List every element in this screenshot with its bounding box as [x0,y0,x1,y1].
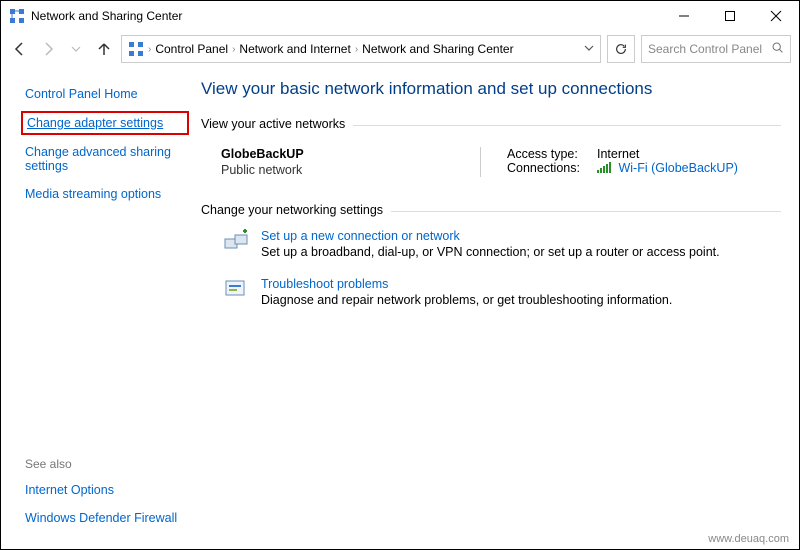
connections-label: Connections: [507,161,597,175]
network-name: GlobeBackUP [221,147,470,161]
maximize-button[interactable] [707,1,753,31]
setup-connection-item: Set up a new connection or network Set u… [223,229,781,259]
chevron-right-icon: › [355,44,358,55]
close-button[interactable] [753,1,799,31]
content-area: Control Panel Home Change adapter settin… [1,67,799,549]
minimize-button[interactable] [661,1,707,31]
watermark: www.deuaq.com [708,533,789,545]
chevron-right-icon: › [232,44,235,55]
setup-connection-link[interactable]: Set up a new connection or network [261,229,720,243]
breadcrumb-control-panel[interactable]: Control Panel [155,42,228,56]
access-type-label: Access type: [507,147,597,161]
recent-dropdown[interactable] [65,38,87,60]
chevron-right-icon: › [148,44,151,55]
troubleshoot-desc: Diagnose and repair network problems, or… [261,293,672,307]
sidebar-change-advanced-sharing[interactable]: Change advanced sharing settings [25,145,185,173]
main-panel: View your basic network information and … [201,67,799,549]
back-button[interactable] [9,38,31,60]
search-icon [771,41,784,57]
troubleshoot-icon [223,277,251,301]
sidebar-media-streaming[interactable]: Media streaming options [25,187,185,201]
troubleshoot-item: Troubleshoot problems Diagnose and repai… [223,277,781,307]
network-center-icon [128,41,144,57]
refresh-button[interactable] [607,35,635,63]
connection-link[interactable]: Wi-Fi (GlobeBackUP) [618,161,737,175]
breadcrumb-network-internet[interactable]: Network and Internet [239,42,350,56]
see-also-label: See also [25,457,185,471]
divider [391,211,781,212]
change-settings-label: Change your networking settings [201,203,383,217]
search-placeholder: Search Control Panel [648,42,762,56]
network-type: Public network [221,163,470,177]
sidebar-control-panel-home[interactable]: Control Panel Home [25,87,185,101]
up-button[interactable] [93,38,115,60]
titlebar: Network and Sharing Center [1,1,799,31]
access-type-value: Internet [597,147,639,161]
sidebar: Control Panel Home Change adapter settin… [1,67,201,549]
sidebar-change-adapter-settings[interactable]: Change adapter settings [25,115,185,131]
setup-connection-desc: Set up a broadband, dial-up, or VPN conn… [261,245,720,259]
address-bar[interactable]: › Control Panel › Network and Internet ›… [121,35,601,63]
sidebar-internet-options[interactable]: Internet Options [25,483,185,497]
breadcrumb-network-sharing[interactable]: Network and Sharing Center [362,42,513,56]
setup-connection-icon [223,229,251,253]
forward-button[interactable] [37,38,59,60]
divider [353,125,781,126]
troubleshoot-link[interactable]: Troubleshoot problems [261,277,672,291]
search-input[interactable]: Search Control Panel [641,35,791,63]
window-controls [661,1,799,31]
wifi-signal-icon [597,162,611,173]
active-network-block: GlobeBackUP Public network Access type: … [221,147,781,177]
page-heading: View your basic network information and … [201,79,781,99]
toolbar: › Control Panel › Network and Internet ›… [1,31,799,67]
sidebar-windows-firewall[interactable]: Windows Defender Firewall [25,511,185,525]
active-networks-label: View your active networks [201,117,345,131]
network-center-icon [9,8,25,24]
window-title: Network and Sharing Center [31,9,182,23]
address-dropdown[interactable] [584,42,594,56]
